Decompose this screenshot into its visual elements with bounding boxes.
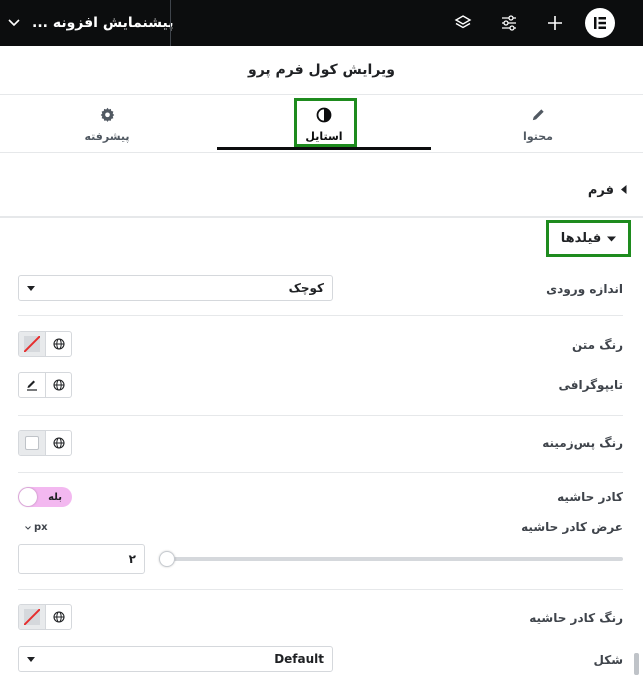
chevron-down-icon <box>27 285 35 291</box>
border-color-label: رنگ کادر حاشیه <box>529 611 623 625</box>
sliders-icon[interactable] <box>498 12 520 34</box>
text-color-control <box>18 331 72 357</box>
caret-down-icon <box>607 231 617 246</box>
divider <box>18 315 623 316</box>
text-color-globals[interactable] <box>45 332 71 356</box>
plus-icon[interactable] <box>544 12 566 34</box>
border-color-swatch[interactable] <box>19 605 45 629</box>
chevron-down-icon <box>8 15 20 31</box>
scrollbar[interactable] <box>634 653 639 675</box>
divider <box>18 589 623 590</box>
border-width-input[interactable]: ۲ <box>18 544 145 574</box>
active-tab-indicator <box>217 147 431 150</box>
typography-label: تایپوگرافی <box>558 378 624 392</box>
input-size-value: کوچک <box>288 281 324 295</box>
white-swatch-icon <box>25 436 39 450</box>
border-toggle[interactable]: بله <box>18 487 72 507</box>
background-color-swatch[interactable] <box>19 431 45 455</box>
input-size-label: اندازه ورودی <box>546 282 623 296</box>
divider <box>18 472 623 473</box>
pencil-icon <box>26 376 38 395</box>
section-fields-toggle[interactable]: فیلدها <box>546 220 631 257</box>
gear-icon <box>100 106 115 124</box>
border-label: کادر حاشیه <box>557 490 623 504</box>
background-color-control <box>18 430 72 456</box>
border-color-control <box>18 604 72 630</box>
elementor-logo-icon[interactable] <box>585 8 615 38</box>
style-tab-highlight <box>294 98 357 147</box>
border-width-value: ۲ <box>128 552 136 566</box>
typography-edit-button[interactable] <box>19 373 45 397</box>
tab-content-label: محتوا <box>523 129 553 143</box>
section-divider <box>0 216 643 218</box>
chevron-down-icon <box>27 656 35 662</box>
shape-select[interactable]: Default <box>18 646 333 672</box>
border-width-slider-handle[interactable] <box>159 551 175 567</box>
globe-icon <box>52 376 65 395</box>
tab-content[interactable]: محتوا <box>431 95 643 153</box>
shape-label: شکل <box>593 653 624 667</box>
chevron-down-icon <box>25 522 31 533</box>
toggle-knob <box>19 488 37 506</box>
empty-swatch-icon <box>24 609 40 625</box>
panel-title: ویرایش کول فرم پرو <box>0 46 643 95</box>
border-width-slider-track[interactable] <box>166 557 623 561</box>
empty-swatch-icon <box>24 336 40 352</box>
unit-label: px <box>34 522 48 533</box>
input-size-select[interactable]: کوچک <box>18 275 333 301</box>
border-color-globals[interactable] <box>45 605 71 629</box>
caret-left-icon <box>621 183 627 198</box>
section-form-toggle[interactable]: فرم <box>0 172 643 208</box>
preview-dropdown[interactable]: پیشنمایش افزونه ... <box>0 0 174 46</box>
text-color-swatch[interactable] <box>19 332 45 356</box>
tab-advanced-label: پیشرفته <box>84 129 130 143</box>
topbar-divider <box>170 0 171 46</box>
unit-selector[interactable]: px <box>25 522 48 533</box>
globe-icon <box>52 434 65 453</box>
text-color-label: رنگ متن <box>571 338 623 352</box>
pencil-icon <box>531 106 546 124</box>
globe-icon <box>52 608 65 627</box>
shape-value: Default <box>274 652 324 666</box>
divider <box>18 415 623 416</box>
tab-advanced[interactable]: پیشرفته <box>0 95 214 153</box>
top-bar: پیشنمایش افزونه ... <box>0 0 643 46</box>
section-form-label: فرم <box>587 182 614 198</box>
background-color-globals[interactable] <box>45 431 71 455</box>
typography-globals[interactable] <box>45 373 71 397</box>
section-fields-label: فیلدها <box>560 231 602 246</box>
globe-icon <box>52 335 65 354</box>
preview-title: پیشنمایش افزونه ... <box>32 15 174 31</box>
layers-icon[interactable] <box>452 12 474 34</box>
border-width-label: عرض کادر حاشیه <box>521 520 623 534</box>
typography-control <box>18 372 72 398</box>
border-toggle-value: بله <box>48 491 62 503</box>
background-color-label: رنگ پس‌زمینه <box>542 436 623 450</box>
